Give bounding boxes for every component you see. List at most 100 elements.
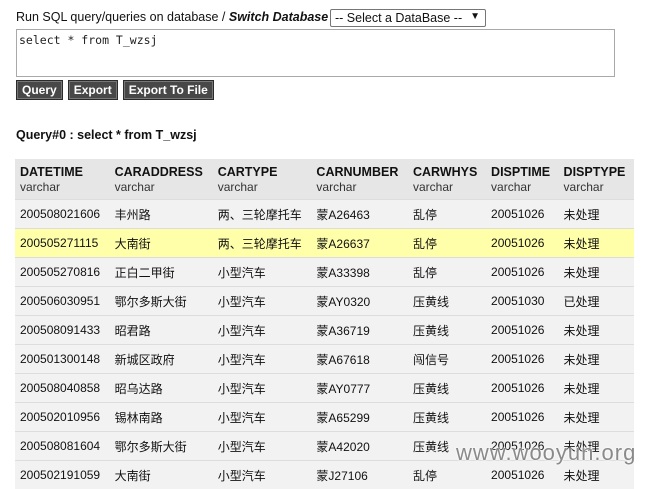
table-cell: 未处理 <box>559 345 634 374</box>
table-cell: 大南街 <box>110 229 213 258</box>
table-cell: 乱停 <box>408 258 486 287</box>
column-type: varchar <box>218 180 307 195</box>
column-header-carwhys: CARWHYSvarchar <box>408 159 486 200</box>
sql-prompt-line: Run SQL query/queries on database / Swit… <box>16 10 336 24</box>
table-cell: 蒙AY0777 <box>311 374 408 403</box>
column-header-carnumber: CARNUMBERvarchar <box>311 159 408 200</box>
table-cell: 小型汽车 <box>213 461 312 489</box>
query-button[interactable]: Query <box>16 80 63 100</box>
table-cell: 20051026 <box>486 229 559 258</box>
table-cell: 闯信号 <box>408 345 486 374</box>
table-cell: 两、三轮摩托车 <box>213 200 312 229</box>
watermark: www.wooyun.org <box>456 440 636 466</box>
table-cell: 200501300148 <box>15 345 110 374</box>
table-cell: 200505271115 <box>15 229 110 258</box>
table-cell: 小型汽车 <box>213 345 312 374</box>
table-cell: 压黄线 <box>408 316 486 345</box>
table-cell: 蒙A26463 <box>311 200 408 229</box>
table-row: 200505270816正白二甲街小型汽车蒙A33398乱停20051026未处… <box>15 258 634 287</box>
column-name: CARNUMBER <box>316 165 398 179</box>
table-cell: 小型汽车 <box>213 403 312 432</box>
column-type: varchar <box>20 180 105 195</box>
table-cell: 小型汽车 <box>213 287 312 316</box>
table-cell: 200508040858 <box>15 374 110 403</box>
table-cell: 未处理 <box>559 200 634 229</box>
dropdown-arrow-icon: ▼ <box>470 11 480 22</box>
table-cell: 20051026 <box>486 374 559 403</box>
table-cell: 20051026 <box>486 258 559 287</box>
table-cell: 正白二甲街 <box>110 258 213 287</box>
table-cell: 蒙J27106 <box>311 461 408 489</box>
column-name: DISPTYPE <box>564 165 626 179</box>
table-cell: 蒙A36719 <box>311 316 408 345</box>
table-row: 200508021606丰州路两、三轮摩托车蒙A26463乱停20051026未… <box>15 200 634 229</box>
table-cell: 已处理 <box>559 287 634 316</box>
column-name: CARADDRESS <box>115 165 203 179</box>
table-cell: 两、三轮摩托车 <box>213 229 312 258</box>
column-name: CARWHYS <box>413 165 477 179</box>
table-cell: 小型汽车 <box>213 258 312 287</box>
table-row: 200508040858昭乌达路小型汽车蒙AY0777压黄线20051026未处… <box>15 374 634 403</box>
table-row: 200501300148新城区政府小型汽车蒙A67618闯信号20051026未… <box>15 345 634 374</box>
table-cell: 未处理 <box>559 258 634 287</box>
export-button[interactable]: Export <box>68 80 118 100</box>
prompt-text: Run SQL query/queries on database / <box>16 10 229 24</box>
table-cell: 200506030951 <box>15 287 110 316</box>
column-header-cartype: CARTYPEvarchar <box>213 159 312 200</box>
table-cell: 20051026 <box>486 316 559 345</box>
column-header-caraddress: CARADDRESSvarchar <box>110 159 213 200</box>
column-header-disptype: DISPTYPEvarchar <box>559 159 634 200</box>
table-cell: 20051026 <box>486 200 559 229</box>
table-cell: 小型汽车 <box>213 316 312 345</box>
query-result-label: Query#0 : select * from T_wzsj <box>16 128 197 142</box>
table-cell: 鄂尔多斯大街 <box>110 432 213 461</box>
table-cell: 大南街 <box>110 461 213 489</box>
table-cell: 小型汽车 <box>213 374 312 403</box>
table-row: 200506030951鄂尔多斯大街小型汽车蒙AY0320压黄线20051030… <box>15 287 634 316</box>
column-type: varchar <box>316 180 403 195</box>
table-cell: 20051026 <box>486 403 559 432</box>
table-cell: 小型汽车 <box>213 432 312 461</box>
table-cell: 乱停 <box>408 229 486 258</box>
table-cell: 未处理 <box>559 229 634 258</box>
column-name: DISPTIME <box>491 165 550 179</box>
table-cell: 200502010956 <box>15 403 110 432</box>
table-cell: 200502191059 <box>15 461 110 489</box>
table-cell: 200505270816 <box>15 258 110 287</box>
table-cell: 蒙A67618 <box>311 345 408 374</box>
table-row: 200508091433昭君路小型汽车蒙A36719压黄线20051026未处理 <box>15 316 634 345</box>
table-cell: 鄂尔多斯大街 <box>110 287 213 316</box>
table-cell: 丰州路 <box>110 200 213 229</box>
column-type: varchar <box>491 180 554 195</box>
table-cell: 200508081604 <box>15 432 110 461</box>
table-cell: 蒙A26637 <box>311 229 408 258</box>
table-cell: 昭君路 <box>110 316 213 345</box>
database-select[interactable]: -- Select a DataBase -- ▼ <box>330 9 486 27</box>
table-cell: 未处理 <box>559 374 634 403</box>
table-cell: 乱停 <box>408 200 486 229</box>
column-name: DATETIME <box>20 165 83 179</box>
switch-database-label: Switch Database : <box>229 10 336 24</box>
table-cell: 200508091433 <box>15 316 110 345</box>
export-to-file-button[interactable]: Export To File <box>123 80 214 100</box>
table-cell: 昭乌达路 <box>110 374 213 403</box>
column-name: CARTYPE <box>218 165 278 179</box>
column-type: varchar <box>115 180 208 195</box>
sql-query-input[interactable]: select * from T_wzsj <box>16 29 615 77</box>
table-cell: 压黄线 <box>408 287 486 316</box>
table-cell: 锡林南路 <box>110 403 213 432</box>
table-cell: 新城区政府 <box>110 345 213 374</box>
database-select-value: -- Select a DataBase -- <box>335 11 462 25</box>
table-cell: 压黄线 <box>408 374 486 403</box>
table-cell: 蒙A65299 <box>311 403 408 432</box>
table-cell: 蒙AY0320 <box>311 287 408 316</box>
action-buttons: Query Export Export To File <box>16 80 214 100</box>
column-header-disptime: DISPTIMEvarchar <box>486 159 559 200</box>
table-cell: 蒙A33398 <box>311 258 408 287</box>
table-cell: 20051026 <box>486 345 559 374</box>
table-header-row: DATETIMEvarcharCARADDRESSvarcharCARTYPEv… <box>15 159 634 200</box>
table-cell: 未处理 <box>559 403 634 432</box>
column-header-datetime: DATETIMEvarchar <box>15 159 110 200</box>
table-row: 200505271115大南街两、三轮摩托车蒙A26637乱停20051026未… <box>15 229 634 258</box>
table-cell: 蒙A42020 <box>311 432 408 461</box>
